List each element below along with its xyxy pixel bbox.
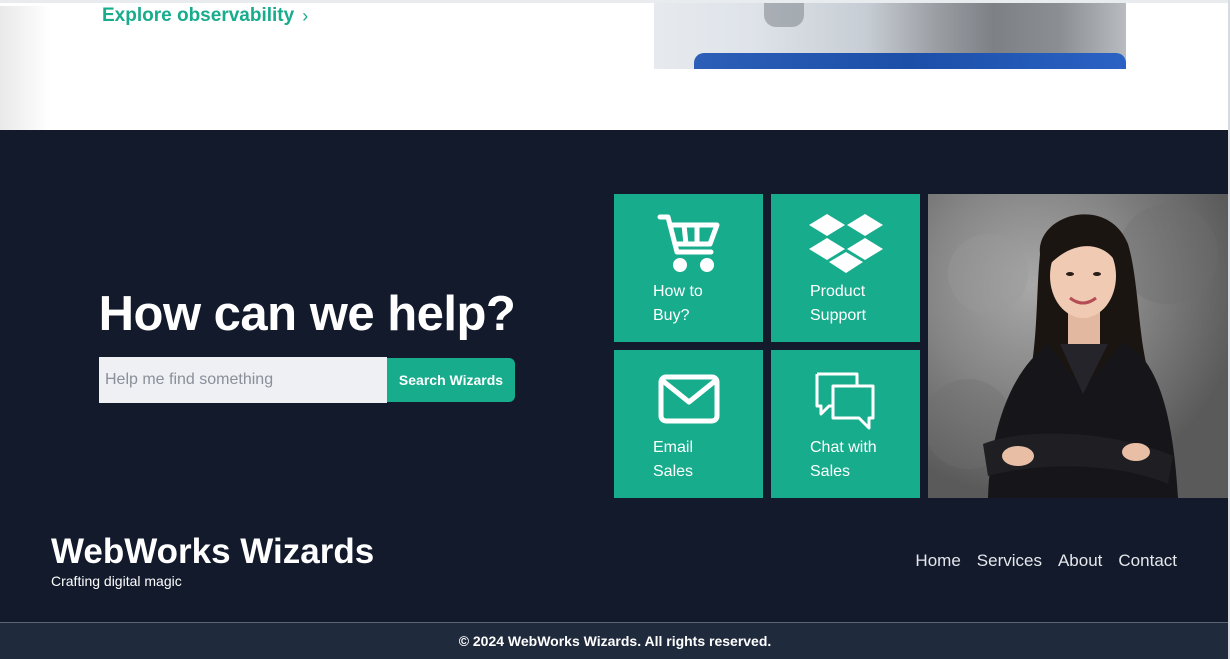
help-title: How can we help?	[98, 287, 516, 341]
tile-product-support[interactable]: Product Support	[771, 194, 920, 342]
tile-chat-with-sales[interactable]: Chat with Sales	[771, 350, 920, 498]
dropbox-icon	[771, 212, 920, 274]
tile-label-line1: Email	[653, 439, 694, 456]
tile-label: Chat with Sales	[810, 436, 910, 484]
tile-label-line2: Support	[810, 307, 867, 324]
tile-label-line1: Product	[810, 283, 866, 300]
photo-chair	[694, 53, 1126, 69]
tile-label-line1: Chat with	[810, 439, 877, 456]
footer-nav-about[interactable]: About	[1058, 551, 1102, 571]
footer-nav: Home Services About Contact	[915, 551, 1177, 571]
cart-icon	[614, 212, 763, 274]
footer-tagline: Crafting digital magic	[51, 573, 182, 589]
envelope-icon	[614, 374, 763, 424]
tile-label-line1: How to	[653, 283, 703, 300]
search-form: Search Wizards	[99, 357, 515, 403]
chevron-right-icon: ›	[302, 5, 309, 26]
tile-label: Product Support	[810, 280, 910, 328]
chat-bubbles-icon	[771, 372, 920, 430]
left-shade	[0, 6, 50, 133]
tile-label-line2: Sales	[653, 463, 694, 480]
footer-nav-home[interactable]: Home	[915, 551, 960, 571]
explore-link-label: Explore observability	[102, 5, 295, 26]
tile-label-line2: Sales	[810, 463, 851, 480]
explore-observability-link[interactable]: Explore observability ›	[102, 5, 308, 27]
copyright-text: © 2024 WebWorks Wizards. All rights rese…	[458, 633, 772, 649]
footer-brand: WebWorks Wizards	[51, 532, 375, 571]
tile-how-to-buy[interactable]: How to Buy?	[614, 194, 763, 342]
tile-label: Email Sales	[653, 436, 753, 484]
tile-label: How to Buy?	[653, 280, 753, 328]
tile-label-line2: Buy?	[653, 307, 690, 324]
help-section: How can we help? Search Wizards How to B…	[0, 130, 1230, 622]
footer-nav-services[interactable]: Services	[977, 551, 1042, 571]
office-photo	[654, 3, 1126, 69]
search-input[interactable]	[99, 357, 387, 403]
photo-blur	[764, 3, 804, 27]
footer-nav-contact[interactable]: Contact	[1118, 551, 1177, 571]
support-representative-photo	[928, 194, 1228, 498]
top-section: Explore observability ›	[0, 0, 1230, 133]
search-button[interactable]: Search Wizards	[387, 358, 515, 402]
tile-email-sales[interactable]: Email Sales	[614, 350, 763, 498]
copyright-bar: © 2024 WebWorks Wizards. All rights rese…	[0, 622, 1230, 659]
